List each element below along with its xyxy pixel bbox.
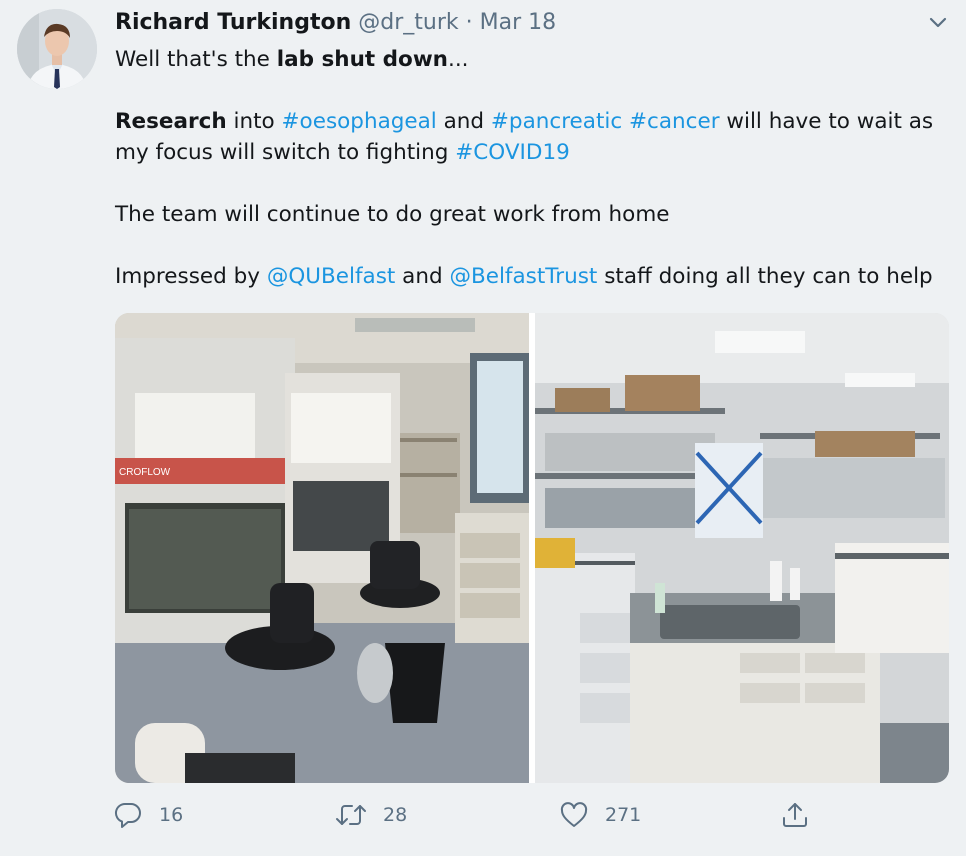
share-icon [783,803,807,827]
author-name[interactable]: Richard Turkington [115,10,351,35]
tweet-line-2: Research into #oesophageal and #pancreat… [115,106,955,137]
reply-button[interactable]: 16 [113,800,183,830]
reply-count: 16 [159,804,184,826]
mention-belfasttrust[interactable]: @BelfastTrust [449,264,597,289]
text-segment: Impressed by [115,264,267,289]
text-segment: Well that's the [115,47,277,72]
hashtag-covid19[interactable]: #COVID19 [455,140,570,165]
hashtag-cancer[interactable]: #cancer [629,109,720,134]
tweet-media: CROFLOW [115,313,949,783]
tweet-date[interactable]: Mar 18 [480,10,557,35]
tweet-line-4: The team will continue to do great work … [115,202,670,227]
text-segment: ... [448,47,469,72]
lab-photo-left[interactable]: CROFLOW [115,313,529,783]
text-segment: my focus will switch to fighting [115,140,456,165]
tweet-header: Richard Turkington @dr_turk · Mar 18 [115,10,556,40]
lab-photo-right[interactable] [535,313,949,783]
author-handle[interactable]: @dr_turk [358,10,458,35]
hashtag-pancreatic[interactable]: #pancreatic [491,109,622,134]
text-segment: and [395,264,450,289]
author-avatar[interactable] [17,9,97,89]
cabinet-label: CROFLOW [119,467,171,478]
tweet-line-5: Impressed by @QUBelfast and @BelfastTrus… [115,261,955,292]
hashtag-oesophageal[interactable]: #oesophageal [282,109,437,134]
tweet-line-3: my focus will switch to fighting #COVID1… [115,137,955,168]
tweet-actions: 16 28 271 [113,800,853,836]
bold-segment: lab shut down [276,47,448,72]
retweet-button[interactable]: 28 [335,800,407,830]
tweet-line-1: Well that's the lab shut down... [115,44,955,75]
header-separator: · [465,10,473,35]
more-chevron-icon[interactable] [927,12,949,34]
retweet-icon [336,805,366,825]
text-segment: and [436,109,491,134]
mention-qubelfast[interactable]: @QUBelfast [267,264,396,289]
text-segment [622,109,629,134]
avatar-image [17,9,97,89]
text-segment: into [226,109,282,134]
text-segment: staff doing all they can to help [597,264,933,289]
text-segment: will have to wait as [719,109,934,134]
like-button[interactable]: 271 [559,800,641,830]
like-count: 271 [605,804,642,826]
reply-icon [114,802,141,828]
bold-segment: Research [115,109,227,134]
like-icon [560,802,588,827]
share-button[interactable] [780,800,810,830]
retweet-count: 28 [383,804,408,826]
tweet-body: Well that's the lab shut down... Researc… [115,44,955,292]
